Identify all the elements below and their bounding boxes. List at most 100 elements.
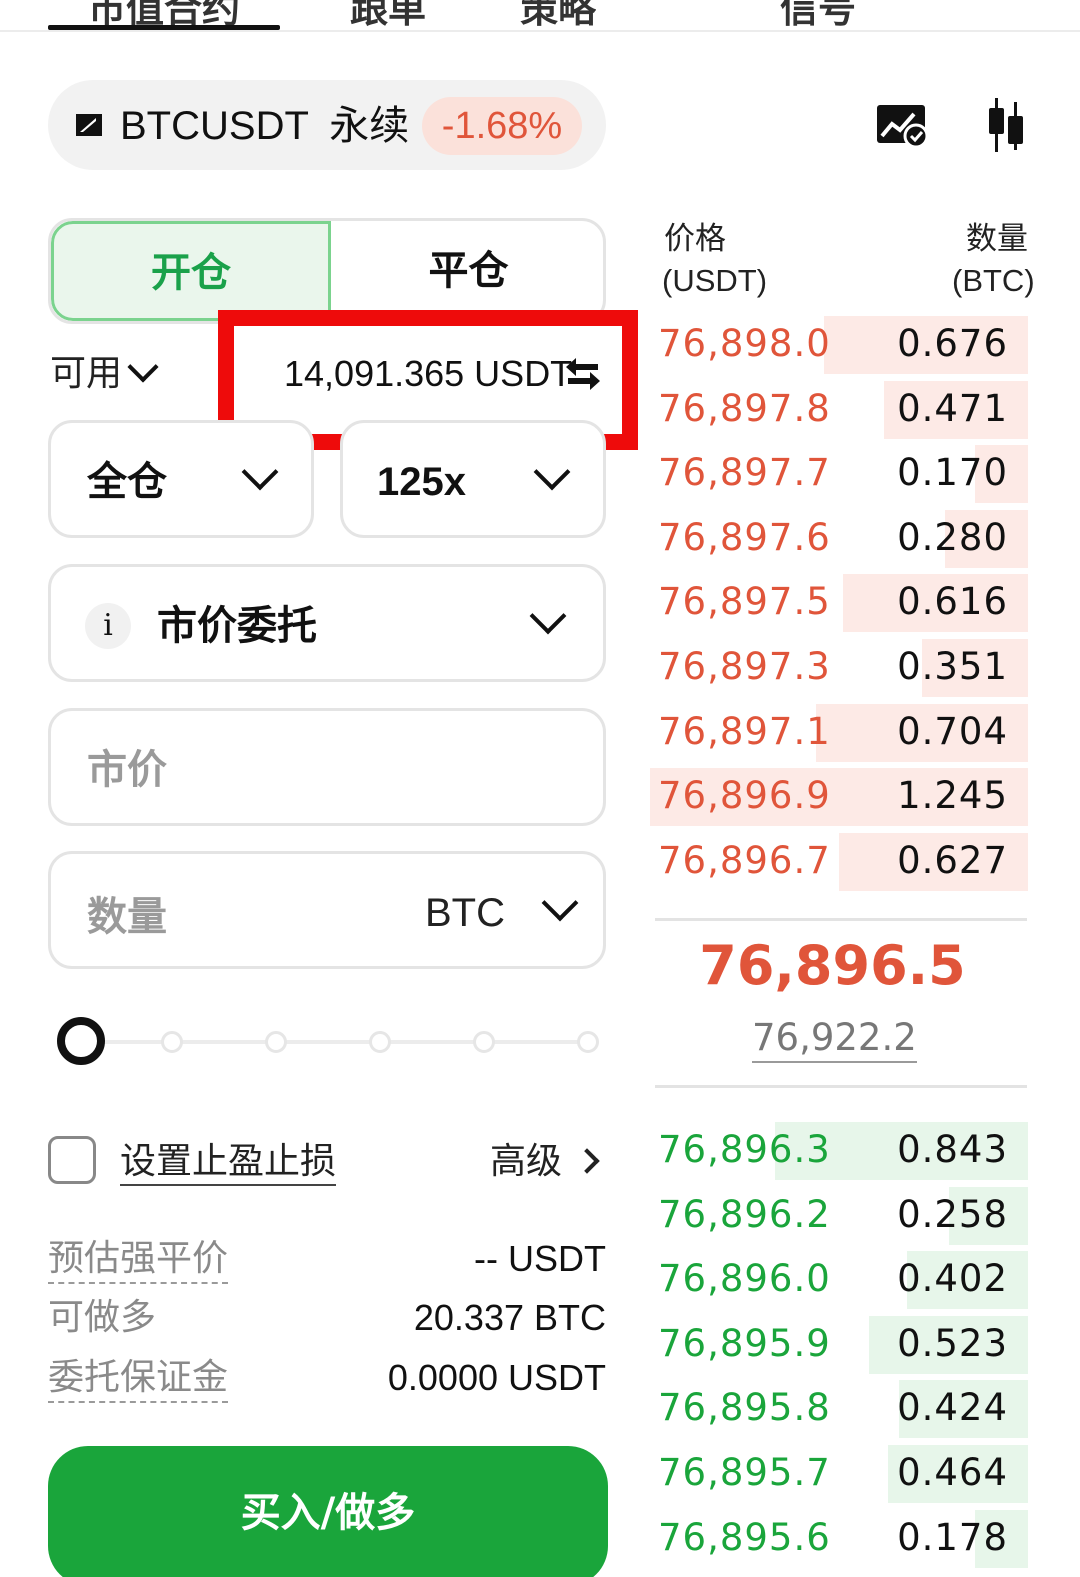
info-key[interactable]: 预估强平价 [48,1236,229,1284]
slider-step-50[interactable] [265,1031,287,1053]
orderbook-qty-unit: (BTC) [952,263,1035,298]
chart-settings-icon[interactable] [876,102,928,148]
candlestick-icon[interactable] [985,98,1027,152]
orderbook-price-label: 价格 [664,221,726,257]
bid-qty: 0.523 [897,1321,1008,1365]
divider [655,1085,1027,1088]
ask-row[interactable]: 76,897.6 0.280 [650,508,1028,568]
ask-row[interactable]: 76,897.1 0.704 [650,702,1028,762]
slider-step-100[interactable] [577,1031,599,1053]
ask-row[interactable]: 76,897.7 0.170 [650,443,1028,504]
advanced-link[interactable]: 高级 [490,1140,562,1184]
slider-step-75[interactable] [369,1031,391,1053]
ask-price: 76,897.1 [658,709,831,753]
chevron-down-icon [533,453,571,491]
ask-qty: 0.170 [897,451,1008,495]
chevron-down-icon[interactable] [541,884,579,922]
info-value: 0.0000 USDT [387,1357,606,1398]
bid-row[interactable]: 76,896.2 0.258 [650,1185,1028,1245]
ask-qty: 1.245 [897,774,1008,818]
tab-close-position[interactable]: 平仓 [331,221,603,321]
percent-slider-handle[interactable] [57,1017,105,1065]
leverage-value: 125x [377,460,466,504]
ask-price: 76,897.7 [658,451,831,495]
pair-selector[interactable]: BTCUSDT 永续 -1.68% [48,80,606,170]
chevron-down-icon[interactable] [127,351,159,383]
tab-signal[interactable]: 信号 [780,0,856,28]
info-row-max-long: 可做多 20.337 BTC [48,1295,606,1345]
pair-name: BTCUSDT 永续 [120,100,409,152]
bid-row[interactable]: 76,896.0 0.402 [650,1249,1028,1310]
bid-qty: 0.843 [897,1128,1008,1171]
bid-price: 76,895.6 [658,1515,831,1559]
ask-row[interactable]: 76,897.5 0.616 [650,572,1028,633]
bid-row[interactable]: 76,895.7 0.464 [650,1443,1028,1503]
price-input[interactable]: 市价 [48,708,606,826]
bid-qty: 0.424 [897,1386,1008,1430]
ask-price: 76,897.8 [658,386,831,430]
bid-qty: 0.402 [897,1257,1008,1301]
ask-qty: 0.616 [897,580,1008,624]
ask-price: 76,897.3 [658,645,831,688]
ask-row[interactable]: 76,896.9 1.245 [650,766,1028,827]
bid-row[interactable]: 76,895.9 0.523 [650,1314,1028,1374]
ask-qty: 0.676 [897,322,1008,365]
tpsl-label[interactable]: 设置止盈止损 [120,1140,337,1186]
order-type-value: 市价委托 [157,603,317,649]
chevron-down-icon [241,453,279,491]
slider-step-90[interactable] [473,1031,495,1053]
bid-qty: 0.464 [897,1451,1008,1494]
quantity-input[interactable]: 数量 BTC [48,851,606,969]
margin-mode-select[interactable]: 全仓 [48,420,314,538]
pair-logo-icon [76,114,102,136]
bid-price: 76,895.9 [658,1321,831,1365]
info-value: 20.337 BTC [413,1297,606,1338]
position-toggle: 开仓 平仓 [48,218,606,324]
ask-row[interactable]: 76,896.7 0.627 [650,831,1028,891]
pair-symbol: BTCUSDT [120,104,309,148]
ask-price: 76,897.6 [658,515,831,559]
ask-qty: 0.280 [897,515,1008,559]
bid-price: 76,896.0 [658,1257,831,1301]
info-row-margin: 委托保证金 0.0000 USDT [48,1355,606,1405]
tpsl-checkbox[interactable] [48,1136,96,1184]
tab-copy-trading[interactable]: 跟单 [350,0,426,28]
ask-price: 76,897.5 [658,580,831,624]
percent-slider-track[interactable] [80,1040,590,1044]
active-tab-indicator [48,25,280,30]
buy-long-button[interactable]: 买入/做多 [48,1446,608,1577]
tab-strategy[interactable]: 策略 [520,0,596,28]
bid-qty: 0.178 [897,1515,1008,1559]
ask-row[interactable]: 76,897.3 0.351 [650,637,1028,697]
bid-price: 76,896.3 [658,1128,831,1171]
top-tab-bar: 市值合约 跟单 策略 信号 [0,0,1080,32]
info-value: -- USDT [474,1238,606,1279]
slider-step-25[interactable] [161,1031,183,1053]
ask-row[interactable]: 76,898.0 0.676 [650,314,1028,374]
ask-row[interactable]: 76,897.8 0.471 [650,379,1028,439]
info-icon[interactable]: i [85,603,131,649]
tab-contract[interactable]: 市值合约 [88,0,240,28]
price-placeholder: 市价 [87,747,167,793]
bid-row[interactable]: 76,896.3 0.843 [650,1120,1028,1180]
ask-qty: 0.471 [897,386,1008,430]
mark-price[interactable]: 76,922.2 [752,1015,917,1063]
bid-row[interactable]: 76,895.6 0.178 [650,1508,1028,1568]
orderbook-qty-label: 数量 [966,221,1028,257]
tab-open-position[interactable]: 开仓 [51,221,331,321]
last-price: 76,896.5 [699,934,966,997]
price-change-badge: -1.68% [422,97,582,155]
leverage-select[interactable]: 125x [340,420,606,538]
quantity-unit[interactable]: BTC [425,888,505,938]
order-type-select[interactable]: i 市价委托 [48,564,606,682]
pair-type: 永续 [329,104,410,148]
quantity-placeholder: 数量 [87,894,167,940]
info-key[interactable]: 委托保证金 [48,1355,229,1403]
available-label[interactable]: 可用 [50,352,122,396]
bid-row[interactable]: 76,895.8 0.424 [650,1378,1028,1439]
divider [655,918,1027,921]
chevron-right-icon[interactable] [574,1148,600,1174]
ask-price: 76,896.9 [658,774,831,818]
margin-mode-value: 全仓 [87,459,167,505]
info-row-liquidation: 预估强平价 -- USDT [48,1236,606,1286]
